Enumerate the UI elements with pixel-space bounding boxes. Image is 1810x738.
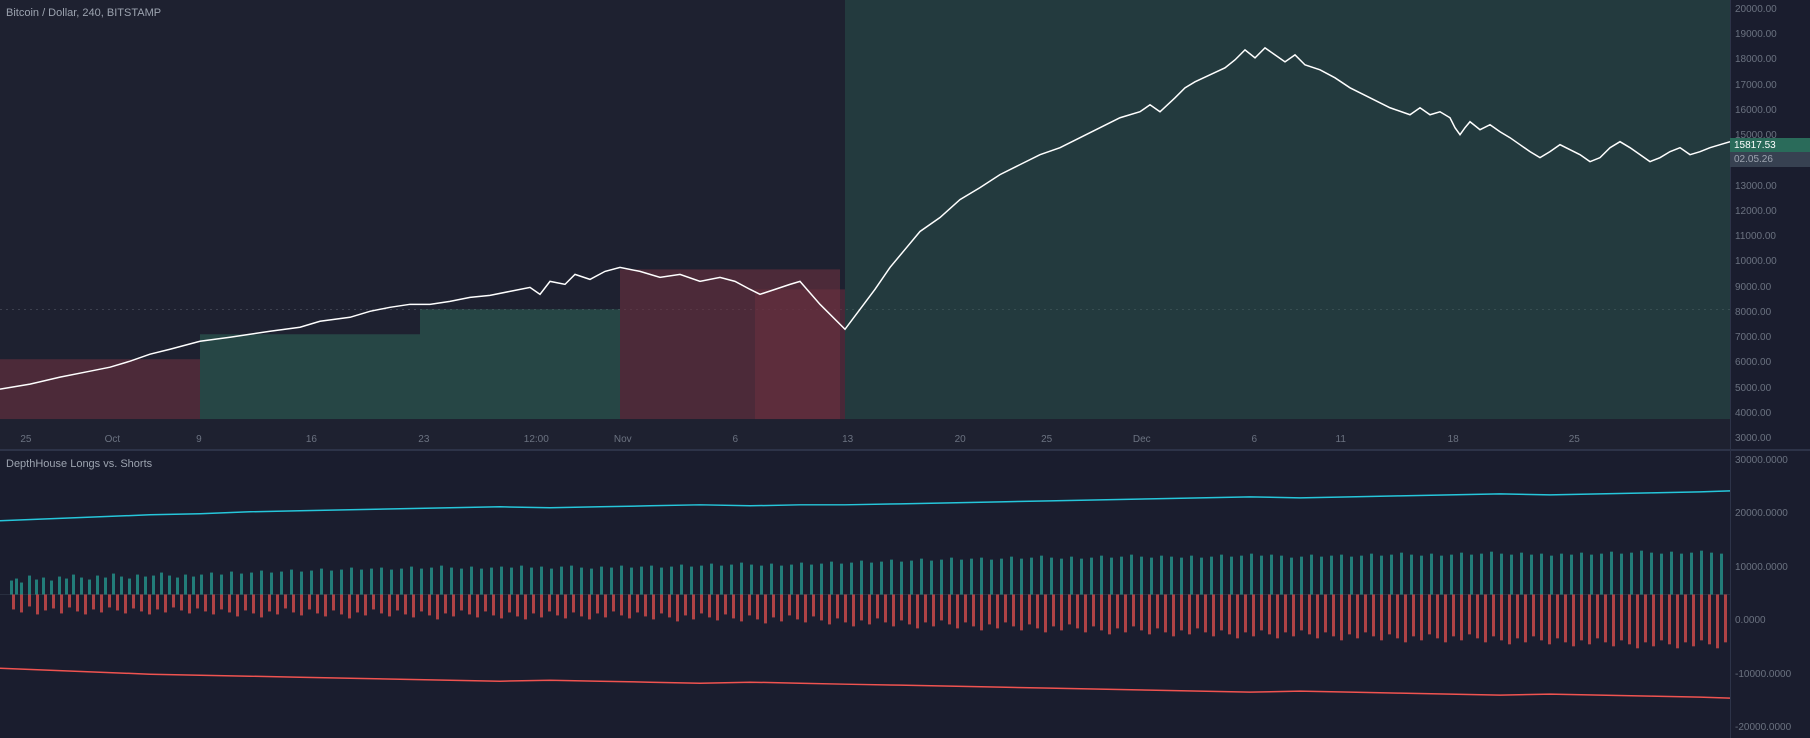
- chart-title: Bitcoin / Dollar, 240, BITSTAMP: [6, 7, 161, 19]
- y-ind-neg10000: -10000.0000: [1735, 669, 1806, 681]
- x-label-nov: Nov: [614, 434, 632, 445]
- y-label-11000: 11000.00: [1735, 231, 1806, 243]
- indicator-title: DepthHouse Longs vs. Shorts: [6, 458, 152, 470]
- y-label-3000: 3000.00: [1735, 433, 1806, 445]
- y-label-8000: 8000.00: [1735, 307, 1806, 319]
- x-label-dec: Dec: [1133, 434, 1151, 445]
- main-x-axis: 25 Oct 9 16 23 12:00 Nov 6 13 20 25 Dec …: [0, 429, 1730, 449]
- x-label-18: 18: [1448, 434, 1459, 445]
- x-label-20: 20: [955, 434, 966, 445]
- x-label-oct: Oct: [105, 434, 121, 445]
- y-label-17000: 17000.00: [1735, 80, 1806, 92]
- indicator-svg: [0, 451, 1730, 738]
- x-label-1200: 12:00: [524, 434, 549, 445]
- x-label-25b: 25: [1041, 434, 1052, 445]
- y-label-4000: 4000.00: [1735, 408, 1806, 420]
- y-label-7000: 7000.00: [1735, 332, 1806, 344]
- x-label-16: 16: [306, 434, 317, 445]
- chart-container: Bitcoin / Dollar, 240, BITSTAMP: [0, 0, 1810, 738]
- y-label-16000: 16000.00: [1735, 105, 1806, 117]
- y-label-20000: 20000.00: [1735, 4, 1806, 16]
- x-label-23: 23: [418, 434, 429, 445]
- y-label-9000: 9000.00: [1735, 282, 1806, 294]
- y-ind-20000: 20000.0000: [1735, 508, 1806, 520]
- main-chart-svg: [0, 0, 1730, 449]
- y-label-19000: 19000.00: [1735, 29, 1806, 41]
- indicator-chart: DepthHouse Longs vs. Shorts: [0, 450, 1810, 738]
- y-label-18000: 18000.00: [1735, 54, 1806, 66]
- x-label-6: 6: [732, 434, 738, 445]
- y-ind-30000: 30000.0000: [1735, 455, 1806, 467]
- x-label-13: 13: [842, 434, 853, 445]
- y-label-12000: 12000.00: [1735, 206, 1806, 218]
- y-ind-neg20000: -20000.0000: [1735, 722, 1806, 734]
- x-label-25c: 25: [1569, 434, 1580, 445]
- x-label-11: 11: [1336, 434, 1346, 445]
- y-label-5000: 5000.00: [1735, 383, 1806, 395]
- y-ind-10000: 10000.0000: [1735, 562, 1806, 574]
- x-label-6b: 6: [1251, 434, 1257, 445]
- indicator-y-axis: 30000.0000 20000.0000 10000.0000 0.0000 …: [1730, 451, 1810, 738]
- current-price-tag: 15817.53: [1730, 138, 1810, 153]
- main-chart: Bitcoin / Dollar, 240, BITSTAMP: [0, 0, 1810, 450]
- y-label-6000: 6000.00: [1735, 357, 1806, 369]
- current-time-tag: 02.05.26: [1730, 152, 1810, 167]
- y-label-10000: 10000.00: [1735, 256, 1806, 268]
- y-label-13000: 13000.00: [1735, 181, 1806, 193]
- x-label-25: 25: [20, 434, 31, 445]
- main-y-axis: 20000.00 19000.00 18000.00 17000.00 1600…: [1730, 0, 1810, 449]
- x-label-9: 9: [196, 434, 202, 445]
- y-ind-0: 0.0000: [1735, 615, 1806, 627]
